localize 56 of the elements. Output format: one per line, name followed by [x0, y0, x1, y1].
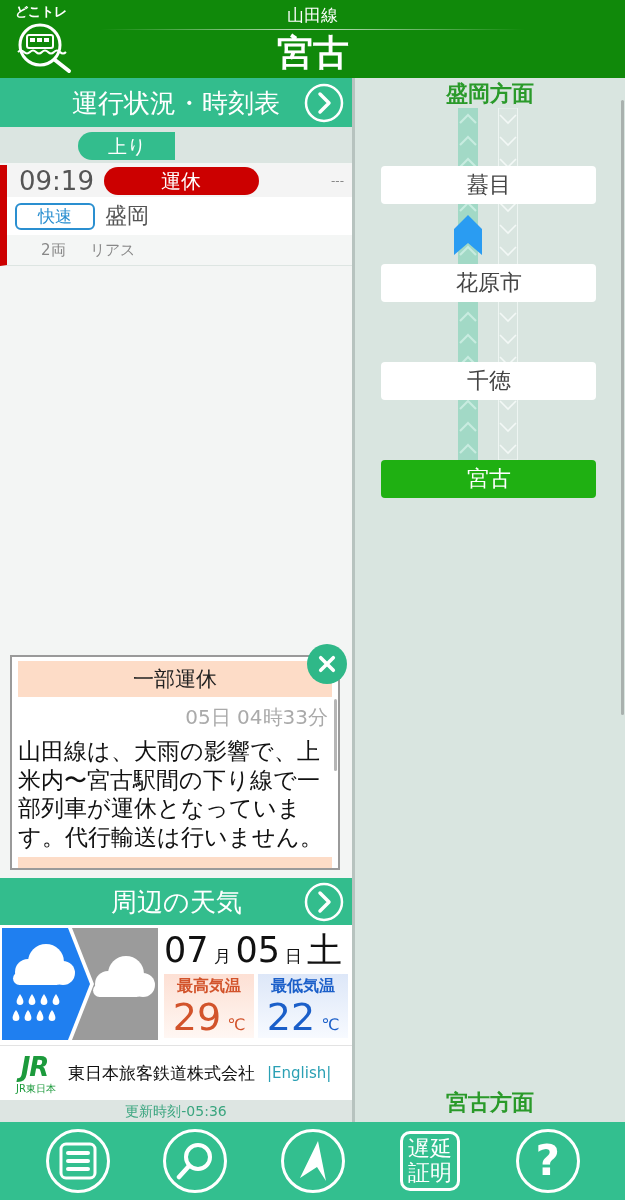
notice-title: 一部運休 — [18, 661, 332, 697]
month-unit: 月 — [213, 945, 231, 968]
train-type-badge: 快速 — [15, 202, 95, 230]
month: 07 — [164, 929, 209, 972]
train-card[interactable]: 09:19 運休 --- 快速 盛岡 2両 リアス — [0, 165, 352, 266]
more-button[interactable] — [304, 82, 344, 123]
destination: 盛岡 — [105, 202, 149, 230]
search-button[interactable] — [163, 1129, 228, 1193]
car-count: 2両 — [41, 240, 66, 260]
station-name: 宮古 — [276, 32, 349, 74]
location-button[interactable] — [280, 1129, 345, 1193]
help-button[interactable]: ? — [515, 1129, 580, 1193]
station-box[interactable]: 花原市 — [381, 264, 596, 302]
cloud-icon — [72, 928, 158, 1040]
temperature-label: 最低気温 — [271, 976, 335, 996]
updated-time: 更新時刻-05:36 — [0, 1100, 352, 1122]
notice-time: 05日 04時33分 — [184, 704, 329, 731]
direction-tab[interactable]: 上り — [78, 132, 175, 160]
station-box[interactable]: 蟇目 — [381, 166, 596, 204]
temperature-unit: ℃ — [321, 1015, 340, 1034]
direction-label: 盛岡方面 — [445, 80, 535, 108]
train-name: リアス — [89, 240, 135, 260]
search-icon — [176, 1142, 215, 1180]
list-icon — [58, 1142, 97, 1180]
temperature-label: 最高気温 — [177, 976, 241, 996]
delay-certificate-button[interactable]: 遅延証明 — [400, 1131, 461, 1191]
chevron-circle-icon — [304, 82, 344, 123]
section-title: 周辺の天気 — [109, 885, 243, 918]
departure-time: 09:19 — [19, 166, 94, 196]
scrollbar[interactable] — [621, 100, 624, 715]
station-box[interactable]: 宮古 — [381, 460, 596, 498]
direction-label: 宮古方面 — [445, 1089, 535, 1117]
menu-button[interactable] — [45, 1129, 110, 1193]
train-marker-icon[interactable] — [454, 215, 482, 255]
station-box[interactable]: 千徳 — [381, 362, 596, 400]
jr-logo-text: JR — [18, 1051, 54, 1083]
day-unit: 日 — [285, 945, 303, 968]
temperature-unit: ℃ — [227, 1015, 246, 1034]
more-button[interactable] — [304, 881, 344, 922]
company-name: 東日本旅客鉄道株式会社 — [68, 1061, 255, 1085]
temperature-value: 29 — [172, 996, 222, 1038]
chevron-circle-icon — [304, 881, 344, 922]
train-note: --- — [331, 174, 344, 188]
english-link[interactable]: |English| — [267, 1064, 332, 1082]
logo-text: どこトレ — [15, 4, 67, 20]
status-badge: 運休 — [103, 167, 259, 195]
notice-text: 山田線は、大雨の影響で、上米内〜宮古駅間の下り線で一部列車が運休となっています。代行輸送は行いません。 — [18, 737, 324, 851]
close-icon — [318, 655, 336, 673]
temperature-value: 22 — [266, 996, 316, 1038]
jr-logo-caption: JR東日本 — [16, 1083, 56, 1095]
line-name: 山田線 — [287, 5, 338, 25]
weekday: 土 — [307, 929, 343, 972]
close-button[interactable] — [307, 644, 347, 684]
day: 05 — [235, 928, 281, 972]
scrollbar[interactable] — [334, 699, 337, 771]
section-title: 運行状況・時刻表 — [71, 86, 281, 119]
